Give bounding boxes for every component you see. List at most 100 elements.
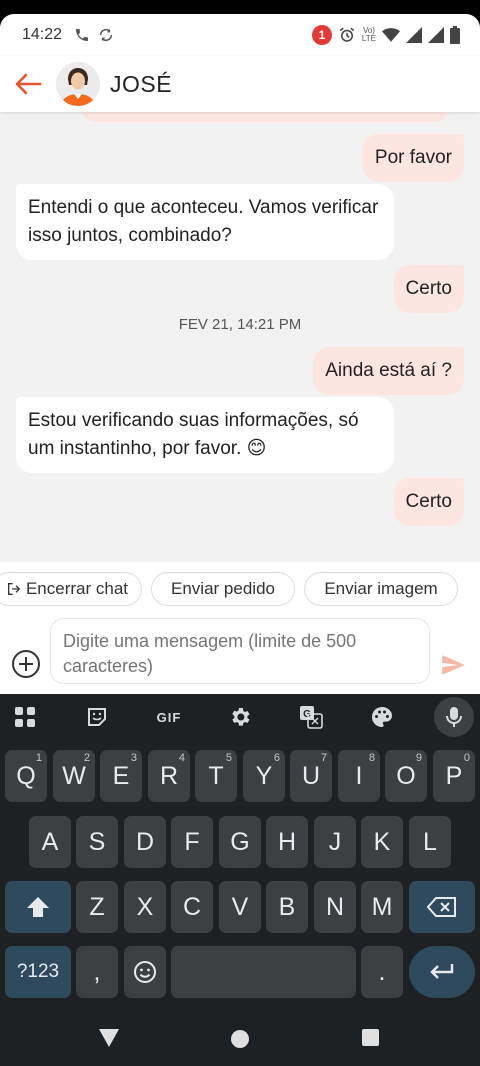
message-text: Estou verificando suas informações, só u… <box>28 410 359 459</box>
key-g[interactable]: G <box>219 816 261 868</box>
backspace-key[interactable] <box>409 881 475 933</box>
signal-icon <box>406 27 422 43</box>
sticker-button[interactable] <box>82 702 112 732</box>
key-l[interactable]: L <box>409 816 451 868</box>
period-label: . <box>378 957 386 986</box>
key-label: R <box>159 761 179 790</box>
cut-off-message-bubble <box>80 112 450 122</box>
key-p[interactable]: P0 <box>433 750 475 802</box>
key-label: H <box>277 827 297 856</box>
key-label: G <box>230 827 250 856</box>
settings-button[interactable] <box>225 702 255 732</box>
key-q[interactable]: Q1 <box>5 750 47 802</box>
key-h[interactable]: H <box>266 816 308 868</box>
emoji-icon <box>134 961 156 983</box>
status-bar-inner: 14:22 1 Vo) LTE <box>0 14 480 56</box>
key-hint: 3 <box>130 752 137 764</box>
key-w[interactable]: W2 <box>53 750 95 802</box>
sticker-icon <box>88 708 106 726</box>
key-t[interactable]: T5 <box>195 750 237 802</box>
key-hint: 6 <box>273 752 280 764</box>
key-label: I <box>355 761 363 790</box>
sync-icon <box>99 28 113 42</box>
key-z[interactable]: Z <box>76 881 118 933</box>
message-bubble-outgoing: Certo <box>393 478 464 526</box>
nav-home-button[interactable] <box>229 1028 251 1050</box>
key-hint: 7 <box>320 752 327 764</box>
key-c[interactable]: C <box>171 881 213 933</box>
contact-avatar[interactable] <box>56 62 100 106</box>
period-key[interactable]: . <box>361 946 403 998</box>
soft-keyboard: GIF G Q1 W2 E3 R4 T5 Y6 U7 I8 O9 P0 A S … <box>0 694 480 1014</box>
key-label: U <box>301 761 321 790</box>
message-text: Certo <box>405 278 452 299</box>
backspace-icon <box>427 897 456 917</box>
send-button[interactable] <box>440 652 466 678</box>
key-y[interactable]: Y6 <box>243 750 285 802</box>
volte-indicator: Vo) LTE <box>362 27 376 43</box>
alarm-icon <box>339 27 355 42</box>
end-chat-label: Encerrar chat <box>25 579 129 598</box>
key-i[interactable]: I8 <box>338 750 380 802</box>
key-label: K <box>373 827 391 856</box>
notification-badge: 1 <box>311 25 332 45</box>
key-e[interactable]: E3 <box>100 750 142 802</box>
key-label: W <box>62 761 86 790</box>
chat-header: JOSÉ <box>0 56 480 112</box>
send-order-button[interactable]: Enviar pedido <box>151 572 295 606</box>
signal-secondary-icon <box>428 27 444 43</box>
comma-label: , <box>93 957 101 986</box>
key-label: O <box>396 761 416 790</box>
key-u[interactable]: U7 <box>290 750 332 802</box>
comma-key[interactable]: , <box>76 946 118 998</box>
nav-recents-button[interactable] <box>361 1028 381 1048</box>
shift-key[interactable] <box>5 881 71 933</box>
key-hint: 1 <box>35 752 42 764</box>
send-image-label: Enviar imagem <box>324 579 438 598</box>
battery-icon <box>450 26 460 44</box>
symbols-key[interactable]: ?123 <box>5 946 71 998</box>
gif-icon: GIF <box>156 709 182 725</box>
nav-back-button[interactable] <box>98 1028 120 1048</box>
key-label: Y <box>255 761 273 790</box>
enter-key[interactable] <box>409 946 475 998</box>
message-input[interactable] <box>50 618 430 684</box>
apps-button[interactable] <box>10 702 40 732</box>
exit-icon <box>7 583 21 595</box>
key-m[interactable]: M <box>361 881 403 933</box>
status-bar: 14:22 1 Vo) LTE <box>0 0 480 56</box>
chat-history[interactable]: Por favor Entendi o que aconteceu. Vamos… <box>0 112 480 562</box>
key-r[interactable]: R4 <box>148 750 190 802</box>
end-chat-button[interactable]: Encerrar chat <box>0 572 142 606</box>
message-bubble-incoming: Estou verificando suas informações, só u… <box>16 397 394 473</box>
message-bubble-incoming: Entendi o que aconteceu. Vamos verificar… <box>16 184 394 260</box>
translate-button[interactable]: G <box>296 702 326 732</box>
theme-button[interactable] <box>367 702 397 732</box>
send-image-button[interactable]: Enviar imagem <box>304 572 458 606</box>
key-n[interactable]: N <box>314 881 356 933</box>
key-k[interactable]: K <box>361 816 403 868</box>
square-recents-icon <box>362 1029 379 1046</box>
key-s[interactable]: S <box>76 816 118 868</box>
gif-button[interactable]: GIF <box>153 702 185 732</box>
key-f[interactable]: F <box>171 816 213 868</box>
key-label: L <box>423 827 437 856</box>
emoji-key[interactable] <box>124 946 166 998</box>
voice-input-button[interactable] <box>434 697 474 737</box>
attach-plus-button[interactable] <box>12 650 40 678</box>
back-button[interactable] <box>12 68 44 100</box>
space-key[interactable] <box>171 946 356 998</box>
key-o[interactable]: O9 <box>385 750 427 802</box>
key-x[interactable]: X <box>124 881 166 933</box>
shift-icon <box>27 897 49 917</box>
key-label: S <box>88 827 106 856</box>
key-d[interactable]: D <box>124 816 166 868</box>
key-b[interactable]: B <box>266 881 308 933</box>
key-v[interactable]: V <box>219 881 261 933</box>
key-label: B <box>278 892 296 921</box>
wifi-icon <box>382 28 400 42</box>
key-a[interactable]: A <box>29 816 71 868</box>
translate-icon: G <box>300 706 323 729</box>
message-text: Entendi o que aconteceu. Vamos verificar… <box>28 197 379 246</box>
key-j[interactable]: J <box>314 816 356 868</box>
